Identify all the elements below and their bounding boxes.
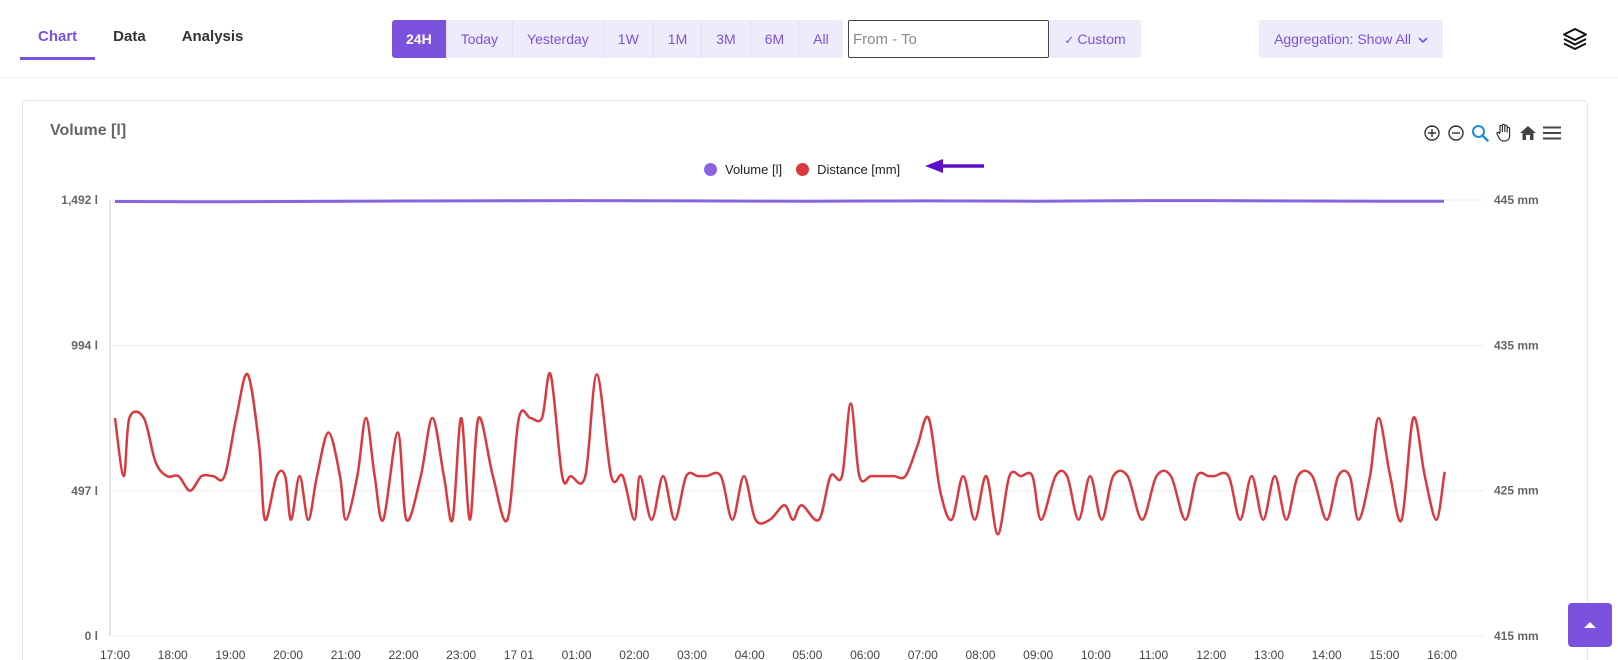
x-tick-label: 20:00 [273, 648, 303, 660]
chart-title: Volume [l] [50, 122, 127, 139]
x-tick-label: 23:00 [446, 648, 476, 660]
custom-range-button[interactable]: ✓ Custom [1049, 20, 1141, 58]
y-left-tick-label: 497 l [71, 484, 98, 498]
view-tabs: Chart Data Analysis [20, 18, 261, 60]
x-tick-label: 21:00 [331, 648, 361, 660]
range-24h-button[interactable]: 24H [392, 20, 447, 58]
x-tick-label: 03:00 [677, 648, 707, 660]
date-range-input[interactable] [848, 20, 1049, 58]
hand-icon[interactable] [1492, 121, 1516, 145]
x-tick-label: 09:00 [1023, 648, 1053, 660]
scroll-to-top-button[interactable] [1568, 603, 1612, 647]
home-icon[interactable] [1516, 121, 1540, 145]
x-tick-label: 14:00 [1312, 648, 1342, 660]
tab-data[interactable]: Data [95, 18, 164, 60]
x-tick-label: 01:00 [562, 648, 592, 660]
time-range-selector: 24H Today Yesterday 1W 1M 3M 6M All [392, 20, 843, 58]
x-tick-label: 22:00 [388, 648, 418, 660]
range-6m-button[interactable]: 6M [750, 20, 800, 58]
x-tick-label: 15:00 [1369, 648, 1399, 660]
aggregation-dropdown[interactable]: Aggregation: Show All [1259, 20, 1443, 58]
x-tick-label: 06:00 [850, 648, 880, 660]
x-tick-label: 07:00 [908, 648, 938, 660]
range-all-button[interactable]: All [799, 20, 843, 58]
line-chart[interactable]: 1,492 l 994 l 497 l 0 l 445 mm 435 mm 425 mm 41… [0, 180, 1618, 660]
legend-marker-volume [704, 163, 717, 176]
zoom-out-icon[interactable] [1444, 121, 1468, 145]
x-tick-label: 02:00 [619, 648, 649, 660]
x-tick-label: 16:00 [1427, 648, 1457, 660]
custom-range-label: Custom [1077, 31, 1126, 47]
range-yesterday-button[interactable]: Yesterday [513, 20, 604, 58]
annotation-arrow-icon [925, 159, 984, 173]
caret-up-icon [1584, 622, 1596, 628]
range-today-button[interactable]: Today [446, 20, 514, 58]
y-left-tick-label: 994 l [71, 339, 98, 353]
legend-label-distance: Distance [mm] [817, 162, 901, 177]
tab-chart[interactable]: Chart [20, 18, 96, 60]
range-1w-button[interactable]: 1W [603, 20, 654, 58]
check-icon: ✓ [1064, 33, 1075, 47]
range-3m-button[interactable]: 3M [702, 20, 751, 58]
x-tick-label: 08:00 [965, 648, 995, 660]
magnifier-icon[interactable] [1468, 121, 1492, 145]
x-tick-label: 19:00 [215, 648, 245, 660]
y-right-tick-label: 415 mm [1494, 629, 1539, 643]
y-right-tick-label: 425 mm [1494, 484, 1539, 498]
x-tick-label: 17 01 [504, 648, 534, 660]
zoom-in-icon[interactable] [1420, 121, 1444, 145]
legend-marker-distance [796, 163, 810, 176]
y-left-tick-label: 1,492 l [61, 193, 98, 207]
chart-toolbar [1420, 121, 1564, 145]
aggregation-label: Aggregation: Show All [1274, 31, 1412, 47]
tab-analysis[interactable]: Analysis [164, 18, 262, 60]
x-tick-label: 10:00 [1081, 648, 1111, 660]
layers-icon[interactable] [1562, 26, 1588, 52]
top-toolbar: Chart Data Analysis 24H Today Yesterday … [0, 0, 1618, 78]
y-right-tick-label: 445 mm [1494, 193, 1539, 207]
x-tick-label: 17:00 [100, 648, 130, 660]
legend-item-distance[interactable]: Distance [mm] [796, 162, 900, 177]
chart-legend: Volume [l] Distance [mm] [704, 162, 914, 177]
x-tick-label: 12:00 [1196, 648, 1226, 660]
series-line-volume [114, 199, 1444, 204]
hamburger-menu-icon[interactable] [1540, 121, 1564, 145]
x-tick-label: 11:00 [1139, 648, 1168, 660]
x-tick-label: 04:00 [735, 648, 765, 660]
series-line-distance [113, 371, 1446, 536]
y-right-tick-label: 435 mm [1494, 338, 1539, 352]
x-tick-label: 18:00 [158, 648, 188, 660]
range-1m-button[interactable]: 1M [653, 20, 703, 58]
x-tick-label: 05:00 [792, 648, 822, 660]
legend-label-volume: Volume [l] [725, 162, 783, 177]
legend-item-volume[interactable]: Volume [l] [704, 162, 782, 177]
x-tick-label: 13:00 [1254, 648, 1284, 660]
chevron-down-icon [1418, 37, 1428, 44]
y-left-tick-label: 0 l [85, 629, 98, 643]
